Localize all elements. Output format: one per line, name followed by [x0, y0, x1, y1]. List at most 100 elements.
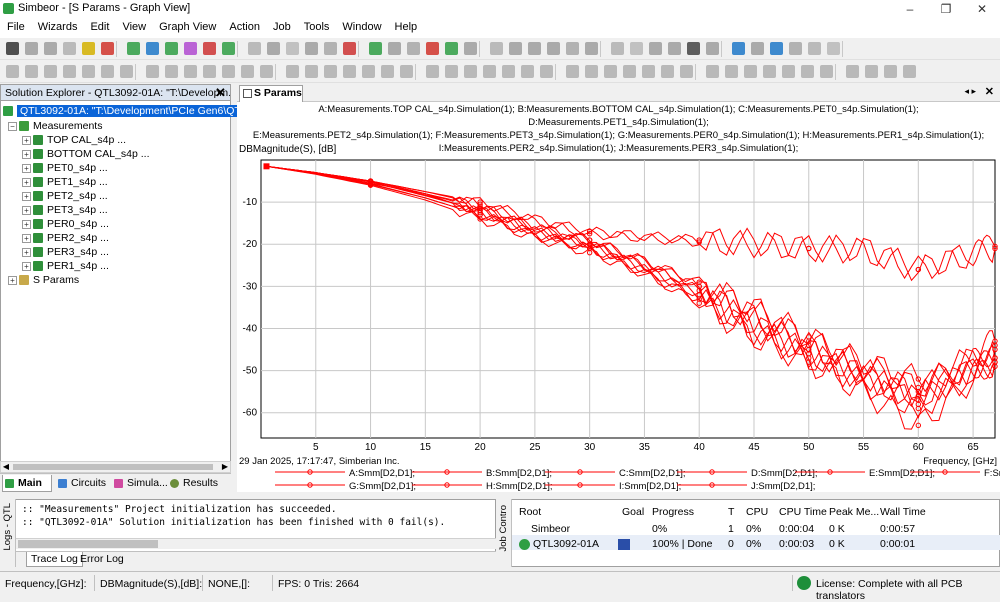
- toolbar-button[interactable]: [82, 65, 95, 78]
- expand-icon[interactable]: +: [8, 275, 17, 285]
- tab-simulations[interactable]: Simula...: [112, 475, 168, 492]
- tree-item[interactable]: + PET1_s4p ...: [22, 175, 108, 189]
- toolbar-button[interactable]: [184, 65, 197, 78]
- toolbar-button[interactable]: [165, 42, 178, 55]
- expand-icon[interactable]: +: [22, 191, 31, 201]
- toolbar-button[interactable]: [82, 42, 95, 55]
- toolbar-button[interactable]: [668, 42, 681, 55]
- toolbar-button[interactable]: [63, 42, 76, 55]
- job-column-header[interactable]: CPU Time: [779, 506, 827, 518]
- toolbar-button[interactable]: [789, 42, 802, 55]
- toolbar-button[interactable]: [490, 42, 503, 55]
- job-column-header[interactable]: T: [728, 506, 734, 518]
- expand-icon[interactable]: +: [22, 163, 31, 173]
- job-column-header[interactable]: Root: [519, 506, 541, 518]
- toolbar-button[interactable]: [248, 42, 261, 55]
- minimize-button[interactable]: –: [892, 0, 928, 18]
- toolbar-button[interactable]: [706, 65, 719, 78]
- toolbar-button[interactable]: [661, 65, 674, 78]
- close-explorer-icon[interactable]: ✕: [212, 85, 229, 100]
- job-column-header[interactable]: Wall Time: [880, 506, 926, 518]
- toolbar-button[interactable]: [801, 65, 814, 78]
- log-side-tab[interactable]: Logs - QTL: [0, 499, 16, 567]
- expand-icon[interactable]: +: [22, 261, 31, 271]
- toolbar-button[interactable]: [381, 65, 394, 78]
- toolbar-button[interactable]: [260, 65, 273, 78]
- toolbar-button[interactable]: [343, 65, 356, 78]
- toolbar-button[interactable]: [604, 65, 617, 78]
- tree-item[interactable]: + PER3_s4p ...: [22, 245, 109, 259]
- toolbar-button[interactable]: [343, 42, 356, 55]
- toolbar-button[interactable]: [362, 65, 375, 78]
- toolbar-button[interactable]: [127, 42, 140, 55]
- toolbar-button[interactable]: [222, 42, 235, 55]
- toolbar-button[interactable]: [25, 42, 38, 55]
- expand-icon[interactable]: +: [22, 149, 31, 159]
- toolbar-button[interactable]: [146, 42, 159, 55]
- toolbar-button[interactable]: [680, 65, 693, 78]
- toolbar-button[interactable]: [630, 42, 643, 55]
- toolbar-button[interactable]: [623, 65, 636, 78]
- toolbar-button[interactable]: [101, 42, 114, 55]
- toolbar-button[interactable]: [732, 42, 745, 55]
- toolbar-button[interactable]: [241, 65, 254, 78]
- tree-item[interactable]: + PER2_s4p ...: [22, 231, 109, 245]
- toolbar-button[interactable]: [464, 65, 477, 78]
- toolbar-button[interactable]: [483, 65, 496, 78]
- toolbar-button[interactable]: [63, 65, 76, 78]
- explorer-horizontal-scrollbar[interactable]: ◀ ▶: [0, 461, 231, 473]
- toolbar-button[interactable]: [101, 65, 114, 78]
- tree-root[interactable]: QTL3092-01A: "T:\Development\PCIe Gen6\Q…: [3, 104, 262, 118]
- toolbar-button[interactable]: [324, 42, 337, 55]
- tab-trace-log[interactable]: Trace Log: [26, 552, 83, 567]
- menu-action[interactable]: Action: [222, 18, 266, 33]
- toolbar-button[interactable]: [744, 65, 757, 78]
- menu-view[interactable]: View: [115, 18, 152, 33]
- tree-item[interactable]: + BOTTOM CAL_s4p ...: [22, 147, 150, 161]
- expand-icon[interactable]: +: [22, 177, 31, 187]
- toolbar-button[interactable]: [827, 42, 840, 55]
- maximize-button[interactable]: ❐: [928, 0, 964, 18]
- tab-nav-icon[interactable]: ◂ ▸: [964, 86, 976, 97]
- toolbar-button[interactable]: [324, 65, 337, 78]
- menu-edit[interactable]: Edit: [83, 18, 115, 33]
- menu-wizards[interactable]: Wizards: [31, 18, 84, 33]
- toolbar-button[interactable]: [782, 65, 795, 78]
- toolbar-button[interactable]: [642, 65, 655, 78]
- toolbar-button[interactable]: [808, 42, 821, 55]
- toolbar-button[interactable]: [509, 42, 522, 55]
- menu-help[interactable]: Help: [388, 18, 424, 33]
- toolbar-button[interactable]: [25, 65, 38, 78]
- expand-icon[interactable]: +: [22, 219, 31, 229]
- collapse-icon[interactable]: −: [8, 121, 17, 131]
- toolbar-button[interactable]: [222, 65, 235, 78]
- toolbar-button[interactable]: [286, 65, 299, 78]
- toolbar-button[interactable]: [407, 42, 420, 55]
- toolbar-button[interactable]: [6, 65, 19, 78]
- tab-circuits[interactable]: Circuits: [56, 475, 111, 492]
- toolbar-button[interactable]: [502, 65, 515, 78]
- toolbar-button[interactable]: [6, 42, 19, 55]
- toolbar-button[interactable]: [146, 65, 159, 78]
- toolbar-button[interactable]: [120, 65, 133, 78]
- job-column-header[interactable]: Goal: [622, 506, 644, 518]
- tree-item[interactable]: + PET3_s4p ...: [22, 203, 108, 217]
- toolbar-button[interactable]: [547, 42, 560, 55]
- tab-results[interactable]: Results: [168, 475, 228, 492]
- tree-folder-measurements[interactable]: − Measurements: [8, 119, 102, 133]
- toolbar-button[interactable]: [203, 42, 216, 55]
- toolbar-button[interactable]: [903, 65, 916, 78]
- expand-icon[interactable]: +: [22, 247, 31, 257]
- tab-error-log[interactable]: Error Log: [76, 552, 128, 567]
- toolbar-button[interactable]: [725, 65, 738, 78]
- toolbar-button[interactable]: [44, 42, 57, 55]
- toolbar-button[interactable]: [865, 65, 878, 78]
- toolbar-button[interactable]: [611, 42, 624, 55]
- toolbar-button[interactable]: [585, 65, 598, 78]
- toolbar-button[interactable]: [820, 65, 833, 78]
- toolbar-button[interactable]: [267, 42, 280, 55]
- job-column-header[interactable]: Progress: [652, 506, 694, 518]
- tree-item[interactable]: + PET0_s4p ...: [22, 161, 108, 175]
- toolbar-button[interactable]: [305, 42, 318, 55]
- toolbar-button[interactable]: [846, 65, 859, 78]
